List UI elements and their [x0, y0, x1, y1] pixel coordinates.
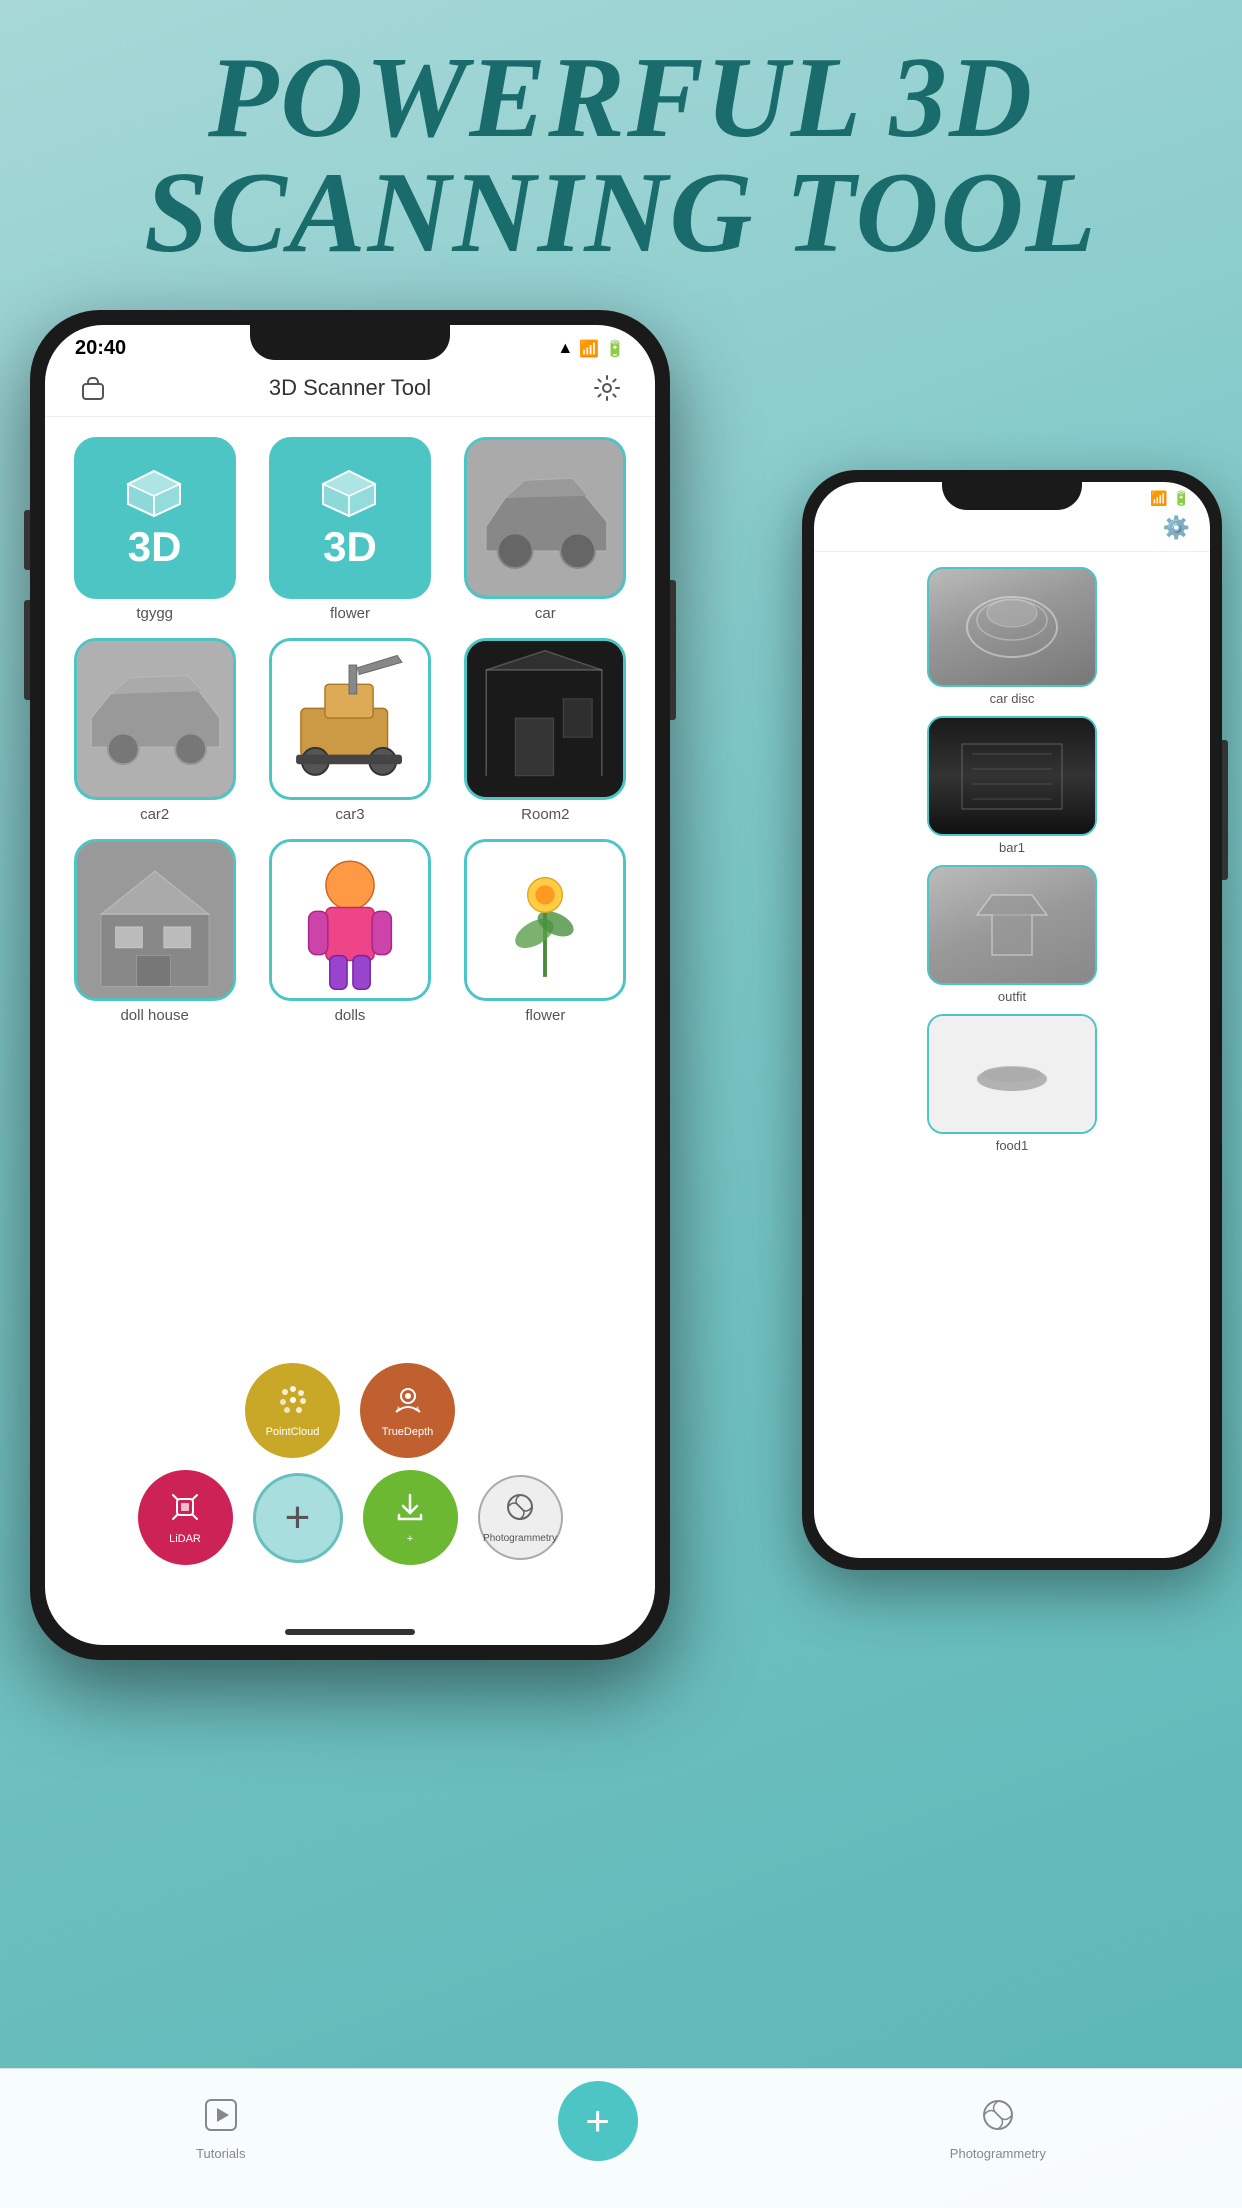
wifi-icon: 📶	[579, 339, 599, 359]
nav-title: 3D Scanner Tool	[269, 375, 431, 401]
signal-icon: ▲	[557, 340, 573, 358]
fab-button-area: PointCloud TrueDepth	[45, 1363, 655, 1565]
add-icon: +	[285, 1493, 311, 1543]
secondary-notch	[942, 482, 1082, 510]
secondary-phone-screen: 📶 🔋 ⚙️ car disc	[814, 482, 1210, 1558]
scan-label-car2: car2	[140, 806, 169, 823]
scan-thumb-dollhouse	[74, 839, 236, 1001]
scan-label-outfit: outfit	[998, 989, 1026, 1004]
fab-top-row: PointCloud TrueDepth	[245, 1363, 455, 1458]
settings-icon[interactable]	[589, 370, 625, 406]
tab-photogrammetry[interactable]: Photogrammetry	[950, 2097, 1046, 2161]
side-button-left-top	[24, 510, 30, 570]
scan-label-flower: flower	[330, 605, 370, 622]
main-phone-screen: 20:40 ▲ 📶 🔋 3D Scanner Tool	[45, 325, 655, 1645]
scan-thumb-flower: 3D	[269, 437, 431, 599]
photogrammetry-button[interactable]: Photogrammetry	[478, 1475, 563, 1560]
scan-label-dollhouse: doll house	[120, 1007, 188, 1024]
photogrammetry-label: Photogrammetry	[483, 1533, 557, 1544]
scan-label-car: car	[535, 605, 556, 622]
lidar-label: LiDAR	[169, 1533, 201, 1545]
import-label: +	[407, 1533, 413, 1545]
photogrammetry-tab-icon	[980, 2097, 1016, 2141]
scan-thumb-flower2	[464, 839, 626, 1001]
bag-icon[interactable]	[75, 370, 111, 406]
scan-thumbnail-bar1	[927, 716, 1097, 836]
main-notch	[250, 325, 450, 360]
scan-label-room2: Room2	[521, 806, 569, 823]
scan-item-car3[interactable]: car3	[260, 638, 439, 823]
scan-label-flower2: flower	[525, 1007, 565, 1024]
battery-icon: 🔋	[605, 339, 625, 359]
scan-thumbnail-cardisc	[927, 567, 1097, 687]
status-time: 20:40	[75, 337, 126, 360]
pointcloud-label: PointCloud	[266, 1426, 320, 1438]
scan-thumbnail-outfit	[927, 865, 1097, 985]
tab-tutorials[interactable]: Tutorials	[196, 2097, 245, 2161]
scan-item-car[interactable]: car	[456, 437, 635, 622]
secondary-phone: 📶 🔋 ⚙️ car disc	[802, 470, 1222, 1570]
secondary-nav: ⚙️	[814, 507, 1210, 552]
secondary-wifi-icon: 📶	[1150, 490, 1167, 507]
scan-item-dolls[interactable]: dolls	[260, 839, 439, 1024]
list-item[interactable]: outfit	[829, 865, 1195, 1004]
secondary-gear-icon[interactable]: ⚙️	[1163, 515, 1190, 541]
tutorials-icon	[203, 2097, 239, 2141]
scan-thumb-tgygg: 3D	[74, 437, 236, 599]
secondary-battery-icon: 🔋	[1173, 490, 1190, 507]
app-nav-bar: 3D Scanner Tool	[45, 360, 655, 417]
truedepth-label: TrueDepth	[382, 1426, 434, 1438]
scan-thumb-car2	[74, 638, 236, 800]
scan-label-tgygg: tgygg	[136, 605, 173, 622]
scan-grid: 3D tgygg	[45, 417, 655, 1044]
status-icons: ▲ 📶 🔋	[557, 339, 625, 359]
truedepth-button[interactable]: TrueDepth	[360, 1363, 455, 1458]
bottom-tab-bar: Tutorials + Photogrammetry	[0, 2068, 1242, 2208]
scan-thumb-room2	[464, 638, 626, 800]
scan-item-tgygg[interactable]: 3D tgygg	[65, 437, 244, 622]
page-header: POWERFUL 3D SCANNING TOOL	[0, 0, 1242, 290]
main-phone: 20:40 ▲ 📶 🔋 3D Scanner Tool	[30, 310, 670, 1660]
scan-item-flower2[interactable]: flower	[456, 839, 635, 1024]
fab-bottom-row: LiDAR + +	[138, 1470, 563, 1565]
side-button-left-bottom	[24, 600, 30, 700]
list-item[interactable]: bar1	[829, 716, 1195, 855]
import-button[interactable]: +	[363, 1470, 458, 1565]
secondary-scan-grid: car disc bar1	[814, 552, 1210, 1168]
scan-thumb-dolls	[269, 839, 431, 1001]
scan-item-flower[interactable]: 3D flower	[260, 437, 439, 622]
home-indicator	[285, 1629, 415, 1635]
list-item[interactable]: car disc	[829, 567, 1195, 706]
scan-label-cardisc: car disc	[990, 691, 1035, 706]
add-scan-button[interactable]: +	[253, 1473, 343, 1563]
scan-thumb-car3	[269, 638, 431, 800]
pointcloud-button[interactable]: PointCloud	[245, 1363, 340, 1458]
scan-label-dolls: dolls	[335, 1007, 366, 1024]
tab-add-center-button[interactable]: +	[558, 2081, 638, 2161]
scan-label-bar1: bar1	[999, 840, 1025, 855]
tab-tutorials-label: Tutorials	[196, 2146, 245, 2161]
list-item[interactable]: food1	[829, 1014, 1195, 1153]
side-button-right	[670, 580, 676, 720]
scan-thumbnail-food1	[927, 1014, 1097, 1134]
scan-item-car2[interactable]: car2	[65, 638, 244, 823]
lidar-button[interactable]: LiDAR	[138, 1470, 233, 1565]
add-tab-icon: +	[585, 2097, 610, 2145]
scan-thumb-car	[464, 437, 626, 599]
tab-photogrammetry-label: Photogrammetry	[950, 2146, 1046, 2161]
scan-label-food1: food1	[996, 1138, 1029, 1153]
scan-item-dollhouse[interactable]: doll house	[65, 839, 244, 1024]
header-title: POWERFUL 3D SCANNING TOOL	[30, 40, 1212, 270]
side-button-right	[1222, 740, 1228, 880]
scan-label-car3: car3	[335, 806, 364, 823]
scan-item-room2[interactable]: Room2	[456, 638, 635, 823]
